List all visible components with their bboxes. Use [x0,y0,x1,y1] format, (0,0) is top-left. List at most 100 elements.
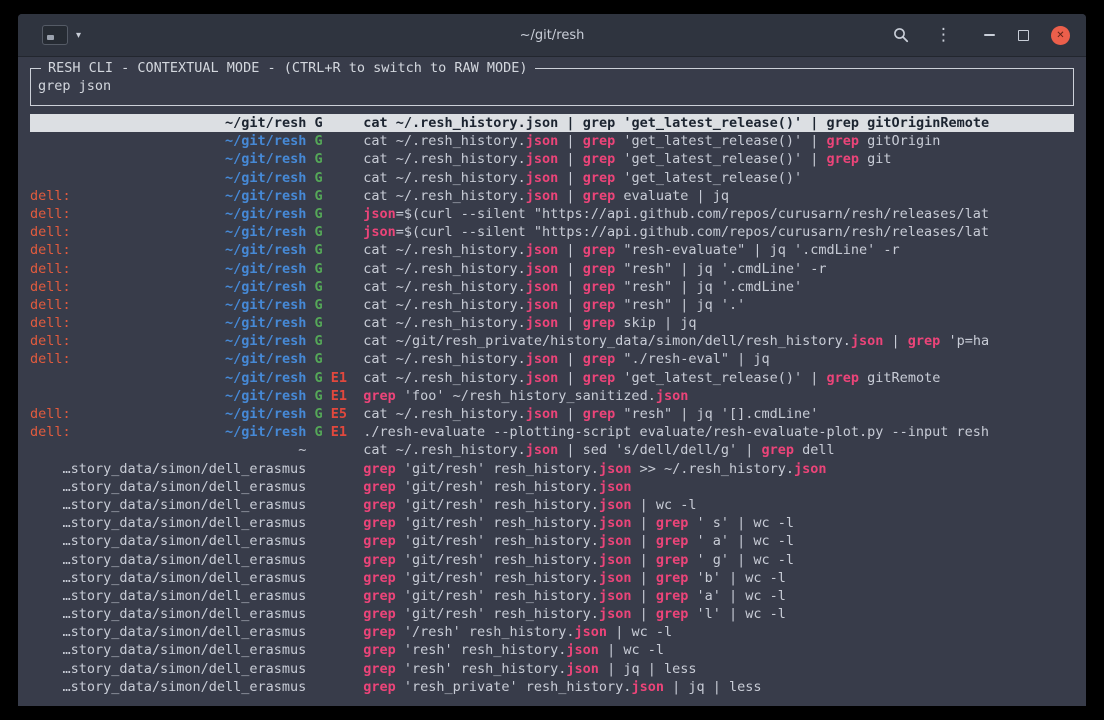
command-text: cat ~/.resh_history.json | grep evaluate… [363,187,1074,205]
directory-label: …story_data/simon/dell_erasmus [62,552,306,568]
history-row[interactable]: ~cat ~/.resh_history.json | sed 's/dell/… [30,441,1074,459]
query-match: json [526,351,559,367]
terminal-tab-icon[interactable] [42,25,68,45]
close-button[interactable]: ✕ [1051,26,1070,45]
query-match: grep [583,370,616,386]
location-cell: ~/git/resh [30,150,306,168]
query-match: json [526,315,559,331]
flags-cell: G [306,132,363,150]
query-match: json [599,497,632,513]
command-text: cat ~/.resh_history.json | grep "./resh-… [363,350,1074,368]
history-row[interactable]: dell:~/git/reshGjson=$(curl --silent "ht… [30,223,1074,241]
flags-cell: G [306,114,363,132]
query-match: grep [656,515,689,531]
directory-label: ~/git/resh [225,188,306,204]
flag-g: G [314,279,322,295]
history-row[interactable]: …story_data/simon/dell_erasmus grep 'git/… [30,478,1074,496]
location-cell: dell:~/git/resh [30,423,306,441]
location-cell: …story_data/simon/dell_erasmus [30,623,306,641]
location-cell: …story_data/simon/dell_erasmus [30,641,306,659]
query-match: grep [656,552,689,568]
directory-label: …story_data/simon/dell_erasmus [62,624,306,640]
directory-label: ~/git/resh [225,242,306,258]
command-text: grep 'git/resh' resh_history.json [363,478,1074,496]
flags-cell: G [306,296,363,314]
history-row[interactable]: dell:~/git/reshGcat ~/git/resh_private/h… [30,332,1074,350]
flag-g: G [314,297,322,313]
resh-search-box: RESH CLI - CONTEXTUAL MODE - (CTRL+R to … [30,68,1074,106]
terminal-content[interactable]: RESH CLI - CONTEXTUAL MODE - (CTRL+R to … [18,68,1086,696]
flags-cell [306,532,363,550]
query-match: grep [363,661,396,677]
history-row[interactable]: …story_data/simon/dell_erasmusgrep '/res… [30,623,1074,641]
history-row[interactable]: dell:~/git/reshG E5cat ~/.resh_history.j… [30,405,1074,423]
location-cell: dell:~/git/resh [30,350,306,368]
history-row[interactable]: …story_data/simon/dell_erasmusgrep 'git/… [30,514,1074,532]
history-row[interactable]: ~/git/reshG E1grep 'foo' ~/resh_history_… [30,387,1074,405]
history-row[interactable]: dell:~/git/reshGjson=$(curl --silent "ht… [30,205,1074,223]
history-row[interactable]: ~/git/reshGcat ~/.resh_history.json | gr… [30,132,1074,150]
host-label: dell: [30,205,71,223]
restore-button[interactable] [1018,30,1029,41]
location-cell: …story_data/simon/dell_erasmus [30,569,306,587]
history-row[interactable]: …story_data/simon/dell_erasmusgrep 'git/… [30,532,1074,550]
host-label: dell: [30,332,71,350]
titlebar[interactable]: ~/git/resh ▾ ⋮ ✕ [18,14,1086,57]
flags-cell [306,460,363,478]
command-text: cat ~/.resh_history.json | grep 'get_lat… [363,169,1074,187]
history-row[interactable]: …story_data/simon/dell_erasmusgrep 'resh… [30,678,1074,696]
history-row[interactable]: dell:~/git/reshGcat ~/.resh_history.json… [30,260,1074,278]
directory-label: ~/git/resh [225,170,306,186]
directory-label: …story_data/simon/dell_erasmus [62,570,306,586]
directory-label: …story_data/simon/dell_erasmus [62,642,306,658]
history-row[interactable]: ~/git/reshGcat ~/.resh_history.json | gr… [30,150,1074,168]
query-match: grep [363,461,396,477]
history-row[interactable]: dell:~/git/reshGcat ~/.resh_history.json… [30,314,1074,332]
history-row[interactable]: dell:~/git/reshGcat ~/.resh_history.json… [30,350,1074,368]
command-text: ./resh-evaluate --plotting-script evalua… [363,423,1074,441]
history-row[interactable]: …story_data/simon/dell_erasmusgrep 'resh… [30,660,1074,678]
history-row[interactable]: dell:~/git/reshGcat ~/.resh_history.json… [30,241,1074,259]
history-row[interactable]: ~/git/reshG E1cat ~/.resh_history.json |… [30,369,1074,387]
history-row[interactable]: …story_data/simon/dell_erasmusgrep 'git/… [30,496,1074,514]
history-row[interactable]: …story_data/simon/dell_erasmusgrep 'git/… [30,460,1074,478]
location-cell: …story_data/simon/dell_erasmus [30,551,306,569]
menu-kebab-icon[interactable]: ⋮ [935,27,952,44]
search-icon[interactable] [893,27,909,43]
query-match: json [599,606,632,622]
directory-label: …story_data/simon/dell_erasmus [62,515,306,531]
query-match: json [526,170,559,186]
history-row[interactable]: dell:~/git/reshGcat ~/.resh_history.json… [30,187,1074,205]
query-match: grep [583,133,616,149]
host-label: dell: [30,241,71,259]
minimize-button[interactable] [982,34,996,36]
location-cell: …story_data/simon/dell_erasmus [30,478,306,496]
flag-g: G [314,370,322,386]
history-row[interactable]: …story_data/simon/dell_erasmusgrep 'git/… [30,605,1074,623]
directory-label: ~/git/resh [225,424,306,440]
flags-cell: G [306,314,363,332]
history-row[interactable]: dell:~/git/reshGcat ~/.resh_history.json… [30,278,1074,296]
history-row[interactable]: ~/git/reshGcat ~/.resh_history.json | gr… [30,114,1074,132]
directory-label: …story_data/simon/dell_erasmus [62,497,306,513]
history-row[interactable]: …story_data/simon/dell_erasmusgrep 'git/… [30,569,1074,587]
flag-g: G [314,424,322,440]
chevron-down-icon[interactable]: ▾ [76,30,81,41]
host-label: dell: [30,223,71,241]
search-query-input[interactable]: grep json [38,78,111,94]
flags-cell: G E5 [306,405,363,423]
history-row[interactable]: …story_data/simon/dell_erasmusgrep 'git/… [30,551,1074,569]
query-match: grep [908,333,941,349]
history-row[interactable]: dell:~/git/reshG E1./resh-evaluate --plo… [30,423,1074,441]
history-row[interactable]: …story_data/simon/dell_erasmusgrep 'resh… [30,641,1074,659]
query-match: json [599,533,632,549]
history-row[interactable]: dell:~/git/reshGcat ~/.resh_history.json… [30,296,1074,314]
restore-icon [1018,30,1029,41]
query-match: grep [363,679,396,695]
history-row[interactable]: …story_data/simon/dell_erasmusgrep 'git/… [30,587,1074,605]
directory-label: ~/git/resh [225,279,306,295]
directory-label: ~/git/resh [225,261,306,277]
directory-label: ~/git/resh [225,315,306,331]
directory-label: ~/git/resh [225,370,306,386]
history-row[interactable]: ~/git/reshGcat ~/.resh_history.json | gr… [30,169,1074,187]
